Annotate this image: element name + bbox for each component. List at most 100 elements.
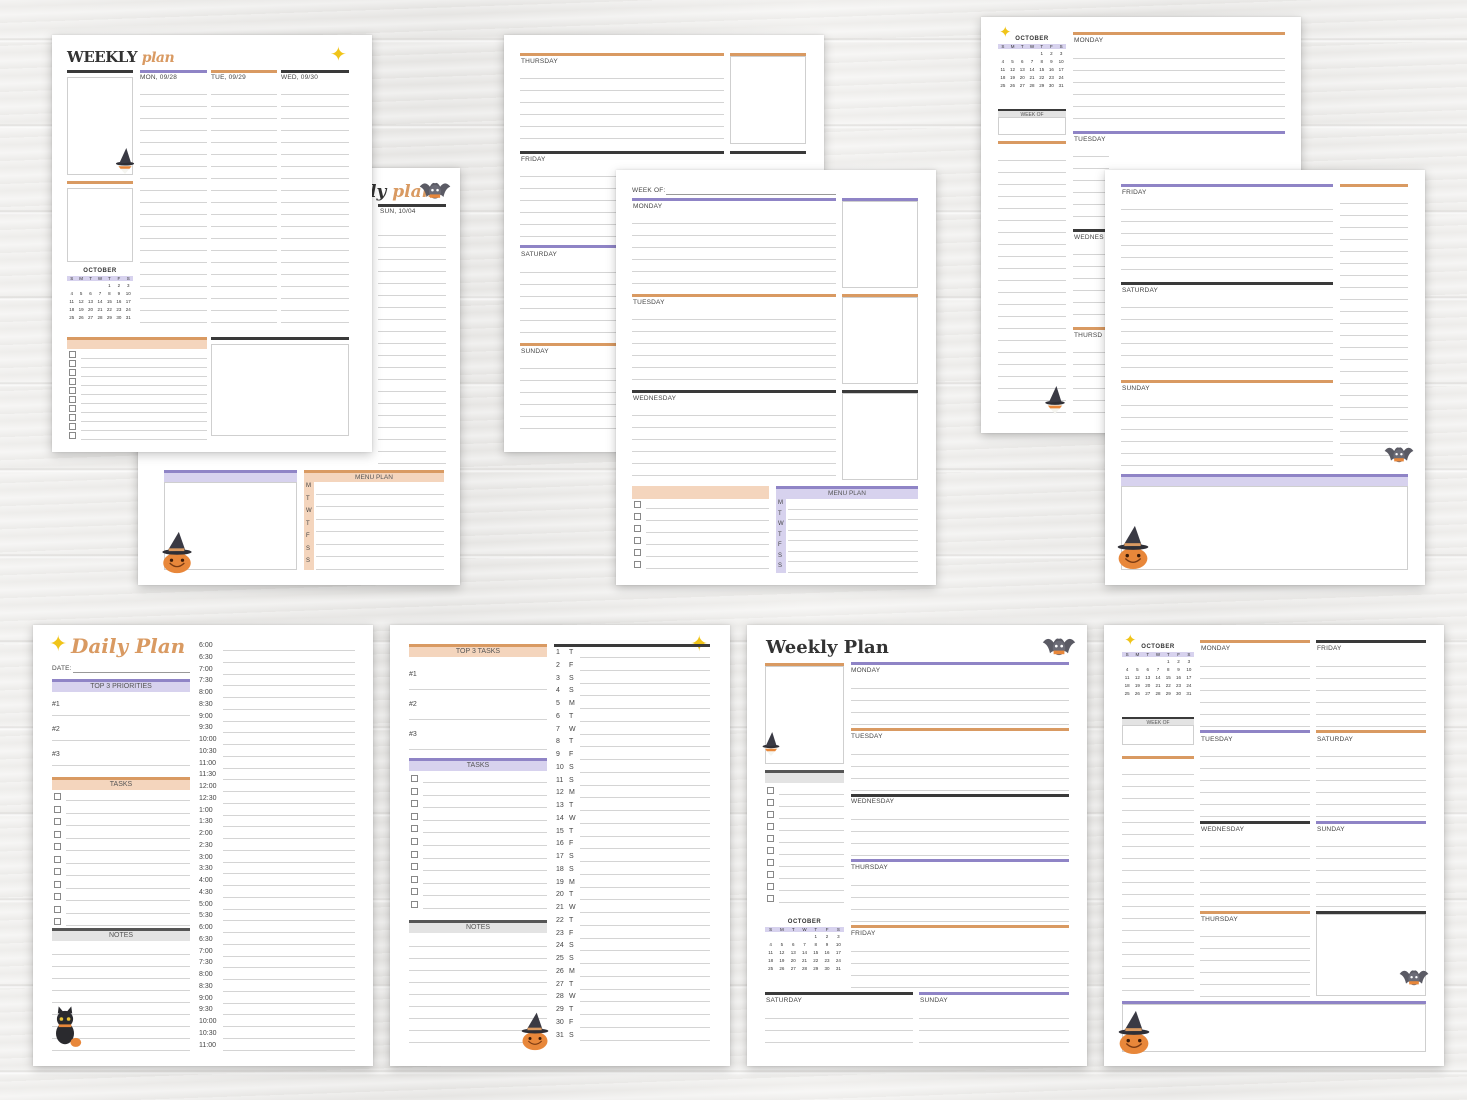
menu-line <box>316 569 444 570</box>
calendar-day: 9 <box>1050 59 1053 64</box>
checklist-line <box>646 556 769 557</box>
menu-line <box>316 556 444 558</box>
calendar-day: 12 <box>1134 675 1140 680</box>
schedule-line <box>223 802 355 804</box>
day-number: 11 <box>556 776 564 784</box>
calendar-day: 6 <box>791 942 795 947</box>
day-letter: T <box>569 738 574 746</box>
calendar-day: 31 <box>1186 691 1192 696</box>
calendar-day <box>799 934 810 939</box>
menu-day-label: T <box>778 531 782 538</box>
day-label: SATURDAY <box>1122 287 1159 294</box>
calendar-day: 8 <box>1040 59 1043 64</box>
day-letter: W <box>569 814 576 822</box>
schedule-line <box>223 1014 355 1016</box>
menu-line <box>316 543 444 545</box>
calendar-day: 23 <box>1048 75 1054 80</box>
checklist-line <box>423 832 547 834</box>
schedule-line <box>223 708 355 710</box>
menu-line <box>316 531 444 533</box>
pumpkin-witch-hat-icon <box>161 531 193 574</box>
checklist-line <box>646 568 769 569</box>
pumpkin-witch-hat-icon <box>1117 1010 1151 1055</box>
weekday-label: M <box>1135 652 1140 657</box>
menu-line <box>788 572 918 573</box>
task-checklist <box>409 775 547 915</box>
day-label: FRIDAY <box>521 156 546 163</box>
schedule-line <box>223 685 355 687</box>
time-label: 2:00 <box>199 830 213 837</box>
calendar-day <box>1132 659 1142 664</box>
day-number: 22 <box>556 916 564 924</box>
planner-page-daily-plan: ✦ Daily Plan DATE: TOP 3 PRIORITIES #1 #… <box>33 625 373 1066</box>
calendar-day: 20 <box>1145 683 1151 688</box>
checkbox <box>69 405 76 412</box>
planner-page-monthly-tasks: TOP 3 TASKS #1 #2 #3 TASKS NOTES ✦ 1T2F3… <box>390 625 730 1066</box>
month-line <box>580 682 710 684</box>
date-label: DATE: <box>52 665 72 672</box>
checklist-line <box>779 878 844 879</box>
checklist-line <box>81 430 207 431</box>
checkbox <box>69 423 76 430</box>
task-checklist <box>52 793 190 926</box>
bat-icon <box>1384 447 1414 463</box>
calendar-day: 8 <box>108 291 111 296</box>
schedule-line <box>223 861 355 863</box>
time-label: 3:00 <box>199 853 213 861</box>
calendar-day: 21 <box>801 958 807 963</box>
menu-line <box>788 540 918 542</box>
checkbox <box>411 838 418 845</box>
day-label: SUNDAY <box>1317 826 1345 833</box>
checkbox <box>411 863 418 871</box>
checkbox <box>767 823 774 830</box>
day-number: 8 <box>556 738 560 746</box>
calendar-day: 27 <box>1145 691 1151 696</box>
weekday-label: S <box>1125 652 1129 657</box>
day-number: 16 <box>556 840 564 848</box>
calendar-month: OCTOBER <box>1141 644 1175 650</box>
day-label: WEDNESDAY <box>851 798 895 805</box>
month-line <box>580 784 710 786</box>
bat-icon <box>419 182 451 199</box>
month-line <box>580 912 710 913</box>
calendar-day: 3 <box>1187 659 1191 664</box>
calendar-day: 29 <box>1039 83 1045 88</box>
day-letter: F <box>569 1018 574 1026</box>
calendar-day: 4 <box>1125 667 1129 672</box>
calendar-day: 8 <box>814 942 818 947</box>
checkbox <box>69 351 76 358</box>
calendar-day: 26 <box>1134 691 1140 696</box>
candy-corn-witch-hat-icon <box>1045 386 1065 414</box>
checkbox <box>69 396 76 403</box>
month-line <box>580 1026 710 1028</box>
calendar-day: 14 <box>801 950 807 955</box>
weekday-label: F <box>117 276 121 281</box>
time-label: 4:00 <box>199 877 213 884</box>
day-label: WEDNESDAY <box>633 395 677 402</box>
checklist-line <box>81 394 207 395</box>
time-label: 10:30 <box>199 1029 217 1037</box>
month-line <box>580 797 710 799</box>
month-line <box>580 975 710 977</box>
calendar-day: 25 <box>768 966 774 971</box>
priority-label: #1 <box>52 701 60 708</box>
calendar-day: 17 <box>835 950 841 955</box>
checklist-line <box>423 895 547 897</box>
hourly-schedule: 6:00 6:30 7:00 7:30 8:00 8:30 9:00 9:30 10:00 10:… <box>199 642 355 1054</box>
calendar-day: 16 <box>1048 67 1054 72</box>
menu-plan-list: MTWTFSS <box>304 482 444 570</box>
time-label: 9:00 <box>199 712 213 720</box>
checkbox <box>411 901 418 908</box>
pumpkin-witch-hat-icon <box>1116 525 1150 570</box>
menu-plan-header: MENU PLAN <box>776 486 918 499</box>
schedule-line <box>223 791 355 792</box>
pumpkin-witch-hat-icon <box>521 1012 549 1051</box>
day-label: FRIDAY <box>1122 189 1147 196</box>
calendar-day: 16 <box>116 299 122 304</box>
day-label: MONDAY <box>633 203 663 210</box>
calendar-day: 1 <box>1040 51 1043 56</box>
day-number: 18 <box>556 865 564 873</box>
checklist-line <box>66 925 190 926</box>
checklist-line <box>646 532 769 533</box>
calendar-day: 10 <box>1058 59 1064 64</box>
